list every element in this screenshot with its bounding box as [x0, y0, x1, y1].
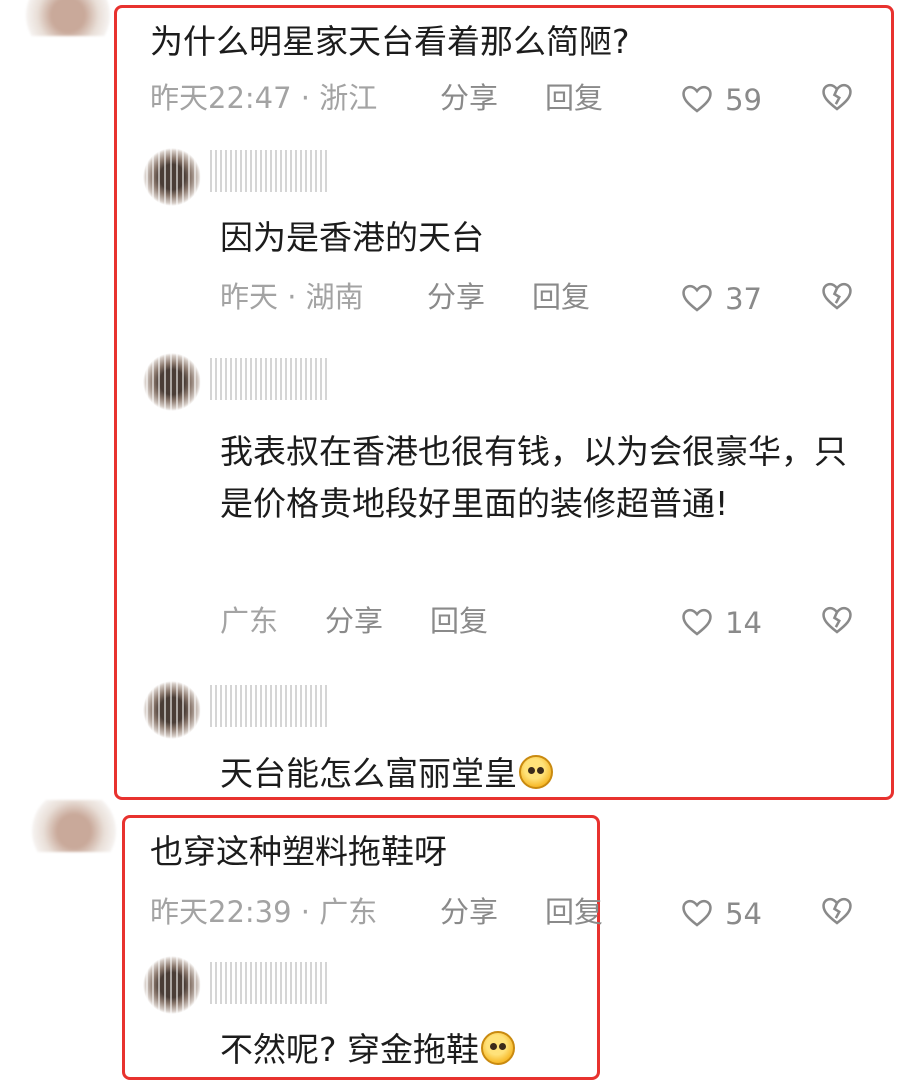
- username-blurred: [210, 358, 330, 400]
- heart-outline-icon: [682, 284, 712, 312]
- reply-text-content: 天台能怎么富丽堂皇: [220, 754, 517, 793]
- reply-time-location: 昨天 · 湖南: [220, 280, 364, 314]
- username-blurred: [210, 685, 330, 727]
- like-button[interactable]: 14: [680, 603, 762, 641]
- comment-text: 也穿这种塑料拖鞋呀: [150, 832, 447, 871]
- comment-text: 为什么明星家天台看着那么简陋?: [150, 22, 630, 61]
- astonished-face-emoji: [519, 755, 553, 789]
- reply-button[interactable]: 回复: [545, 892, 603, 932]
- reply-location: 广东: [220, 604, 279, 638]
- avatar[interactable]: [140, 953, 204, 1017]
- like-button[interactable]: 37: [680, 279, 762, 317]
- reply-button[interactable]: 回复: [545, 78, 603, 118]
- share-button[interactable]: 分享: [427, 277, 485, 317]
- like-count: 54: [725, 897, 762, 931]
- reply-text: 我表叔在香港也很有钱，以为会很豪华，只是价格贵地段好里面的装修超普通!: [220, 432, 847, 523]
- broken-heart-icon[interactable]: [820, 603, 854, 637]
- avatar[interactable]: [140, 145, 204, 209]
- avatar[interactable]: [140, 678, 204, 742]
- heart-outline-icon: [682, 899, 712, 927]
- reply-button[interactable]: 回复: [430, 601, 488, 641]
- share-button[interactable]: 分享: [325, 601, 383, 641]
- avatar[interactable]: [140, 350, 204, 414]
- broken-heart-icon[interactable]: [820, 279, 854, 313]
- highlight-box: [114, 5, 894, 800]
- username-blurred: [210, 150, 330, 192]
- share-button[interactable]: 分享: [440, 78, 498, 118]
- reply-button[interactable]: 回复: [532, 277, 590, 317]
- reply-text: 不然呢? 穿金拖鞋: [220, 1024, 516, 1076]
- avatar[interactable]: [22, 0, 114, 36]
- like-count: 37: [725, 282, 762, 316]
- like-count: 59: [725, 83, 762, 117]
- like-button[interactable]: 59: [680, 80, 762, 118]
- heart-outline-icon: [682, 85, 712, 113]
- share-button[interactable]: 分享: [440, 892, 498, 932]
- reply-text: 天台能怎么富丽堂皇: [220, 748, 553, 800]
- like-count: 14: [725, 606, 762, 640]
- broken-heart-icon[interactable]: [820, 894, 854, 928]
- broken-heart-icon[interactable]: [820, 80, 854, 114]
- comment-time-location: 昨天22:47 · 浙江: [150, 81, 378, 115]
- comment-time-location: 昨天22:39 · 广东: [150, 895, 378, 929]
- like-button[interactable]: 54: [680, 894, 762, 932]
- avatar[interactable]: [28, 800, 120, 852]
- reply-text-content: 不然呢? 穿金拖鞋: [220, 1030, 480, 1069]
- rolling-laughing-face-emoji: [481, 1031, 516, 1065]
- heart-outline-icon: [682, 608, 712, 636]
- username-blurred: [210, 962, 330, 1004]
- reply-text: 因为是香港的天台: [220, 218, 484, 257]
